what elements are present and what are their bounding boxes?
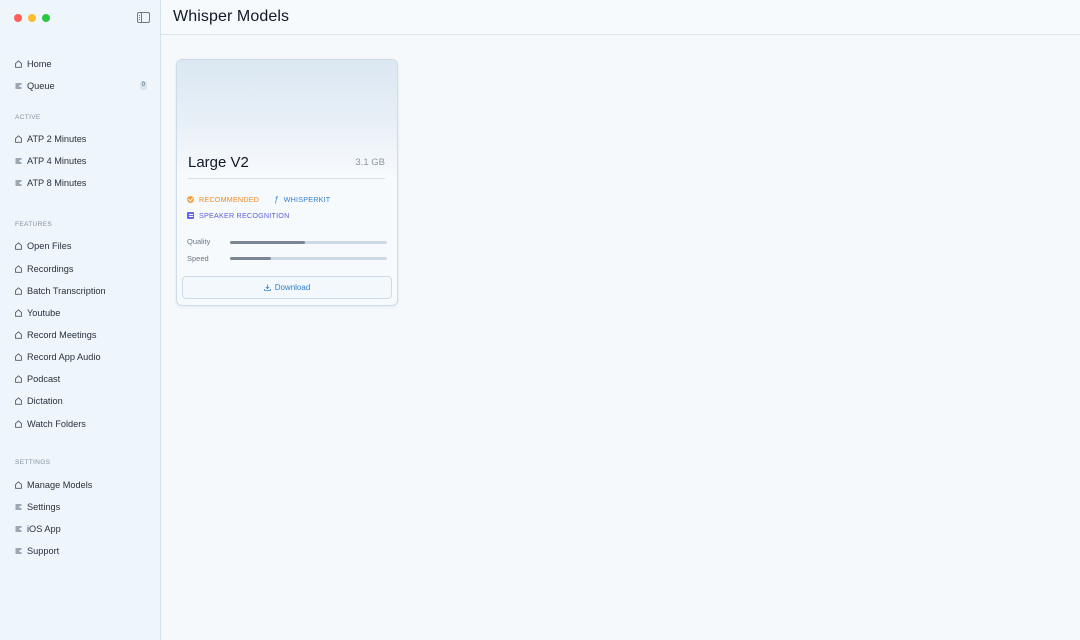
- download-button[interactable]: Download: [182, 276, 392, 299]
- recommended-label: RECOMMENDED: [199, 195, 260, 204]
- sidebar-item-atp-8-minutes[interactable]: ATP 8 Minutes: [15, 175, 149, 191]
- sidebar-item-label: Home: [27, 59, 52, 69]
- sidebar-item-atp-2-minutes[interactable]: ATP 2 Minutes: [15, 131, 149, 147]
- page-title: Whisper Models: [173, 8, 290, 25]
- sidebar-item-label: ATP 2 Minutes: [27, 134, 87, 144]
- home-icon: [15, 265, 22, 273]
- quality-meter: [230, 241, 387, 244]
- section-label-features: FEATURES: [15, 221, 53, 228]
- speaker-recognition-tag: SPEAKER RECOGNITION: [187, 211, 289, 220]
- speaker-recognition-label: SPEAKER RECOGNITION: [199, 211, 290, 220]
- sidebar-item-record-meetings[interactable]: Record Meetings: [15, 327, 149, 343]
- sidebar-item-label: Manage Models: [27, 480, 93, 490]
- model-name: Large V2: [188, 154, 249, 171]
- sidebar-item-manage-models[interactable]: Manage Models: [15, 477, 149, 493]
- document-icon: [187, 212, 194, 219]
- home-icon: [15, 287, 22, 295]
- sidebar-item-label: Record App Audio: [27, 352, 101, 362]
- list-icon: [15, 157, 22, 165]
- sidebar-item-label: Podcast: [27, 374, 61, 384]
- window-controls: [14, 14, 50, 22]
- speed-label: Speed: [187, 254, 209, 263]
- home-icon: [15, 331, 22, 339]
- sidebar: Home Home Queue 0 ACTIVE ATP 2 Minutes A…: [0, 0, 161, 640]
- sidebar-item-ios-app[interactable]: iOS App: [15, 521, 149, 537]
- engine-tag: ƒ WHISPERKIT: [274, 195, 330, 204]
- zoom-window-button[interactable]: [42, 14, 50, 22]
- list-icon: [15, 503, 22, 511]
- check-circle-icon: [187, 196, 194, 203]
- sidebar-item-dictation[interactable]: Dictation: [15, 393, 149, 409]
- app-window: Home Home Queue 0 ACTIVE ATP 2 Minutes A…: [0, 0, 1080, 640]
- home-icon: [15, 242, 22, 250]
- sidebar-item-label: Support: [27, 546, 60, 556]
- sidebar-item-settings[interactable]: Settings: [15, 499, 149, 515]
- sidebar-item-queue[interactable]: Home Queue 0: [15, 78, 149, 94]
- home-icon: [15, 397, 22, 405]
- sidebar-item-watch-folders[interactable]: Watch Folders: [15, 416, 149, 432]
- sidebar-item-label: Batch Transcription: [27, 286, 106, 296]
- main-content: Whisper Models Large V2 3.1 GB RECOMMEND…: [161, 0, 1080, 640]
- sidebar-item-label: ATP 4 Minutes: [27, 156, 87, 166]
- sidebar-item-label: Recordings: [27, 264, 74, 274]
- sidebar-item-youtube[interactable]: Youtube: [15, 305, 149, 321]
- sidebar-item-support[interactable]: Support: [15, 543, 149, 559]
- sidebar-item-label: Open Files: [27, 241, 72, 251]
- sidebar-item-label: Dictation: [27, 396, 63, 406]
- list-icon: [15, 82, 22, 90]
- list-icon: [15, 525, 22, 533]
- model-card[interactable]: Large V2 3.1 GB RECOMMENDED ƒ WHISPERKIT…: [176, 59, 398, 306]
- list-icon: [15, 179, 22, 187]
- sidebar-item-record-app-audio[interactable]: Record App Audio: [15, 349, 149, 365]
- home-icon: [15, 135, 22, 143]
- sidebar-item-label: iOS App: [27, 524, 61, 534]
- recommended-tag: RECOMMENDED: [187, 195, 259, 204]
- quality-label: Quality: [187, 237, 211, 246]
- sidebar-item-label: ATP 8 Minutes: [27, 178, 87, 188]
- engine-label: WHISPERKIT: [283, 195, 331, 204]
- card-divider: [188, 178, 385, 179]
- minimize-window-button[interactable]: [28, 14, 36, 22]
- sidebar-item-batch-transcription[interactable]: Batch Transcription: [15, 283, 149, 299]
- speed-meter-fill: [230, 257, 271, 260]
- sidebar-item-atp-4-minutes[interactable]: ATP 4 Minutes: [15, 153, 149, 169]
- sidebar-item-label: Youtube: [27, 308, 61, 318]
- home-icon: [15, 309, 22, 317]
- function-icon: ƒ: [274, 195, 279, 204]
- model-size: 3.1 GB: [355, 157, 385, 168]
- sidebar-item-label: Queue: [27, 81, 55, 91]
- home-icon: [15, 353, 22, 361]
- download-label: Download: [274, 283, 311, 292]
- home-icon: [15, 481, 22, 489]
- sidebar-item-home[interactable]: Home: [15, 56, 149, 72]
- section-label-settings: SETTINGS: [15, 459, 51, 466]
- queue-count-badge: 0: [139, 81, 147, 90]
- home-icon: [15, 60, 22, 68]
- sidebar-item-label: Settings: [27, 502, 61, 512]
- home-icon: [15, 420, 22, 428]
- sidebar-item-open-files[interactable]: Open Files: [15, 238, 149, 254]
- list-icon: [15, 547, 22, 555]
- section-label-active: ACTIVE: [15, 114, 41, 121]
- sidebar-item-podcast[interactable]: Podcast: [15, 371, 149, 387]
- sidebar-item-label: Watch Folders: [27, 419, 86, 429]
- home-icon: [15, 375, 22, 383]
- page-header: Whisper Models: [161, 0, 1080, 35]
- sidebar-toggle-icon[interactable]: [137, 12, 150, 23]
- sidebar-item-recordings[interactable]: Recordings: [15, 261, 149, 277]
- quality-meter-fill: [230, 241, 306, 244]
- close-window-button[interactable]: [14, 14, 22, 22]
- speed-meter: [230, 257, 387, 260]
- sidebar-item-label: Record Meetings: [27, 330, 97, 340]
- download-icon: [263, 284, 271, 291]
